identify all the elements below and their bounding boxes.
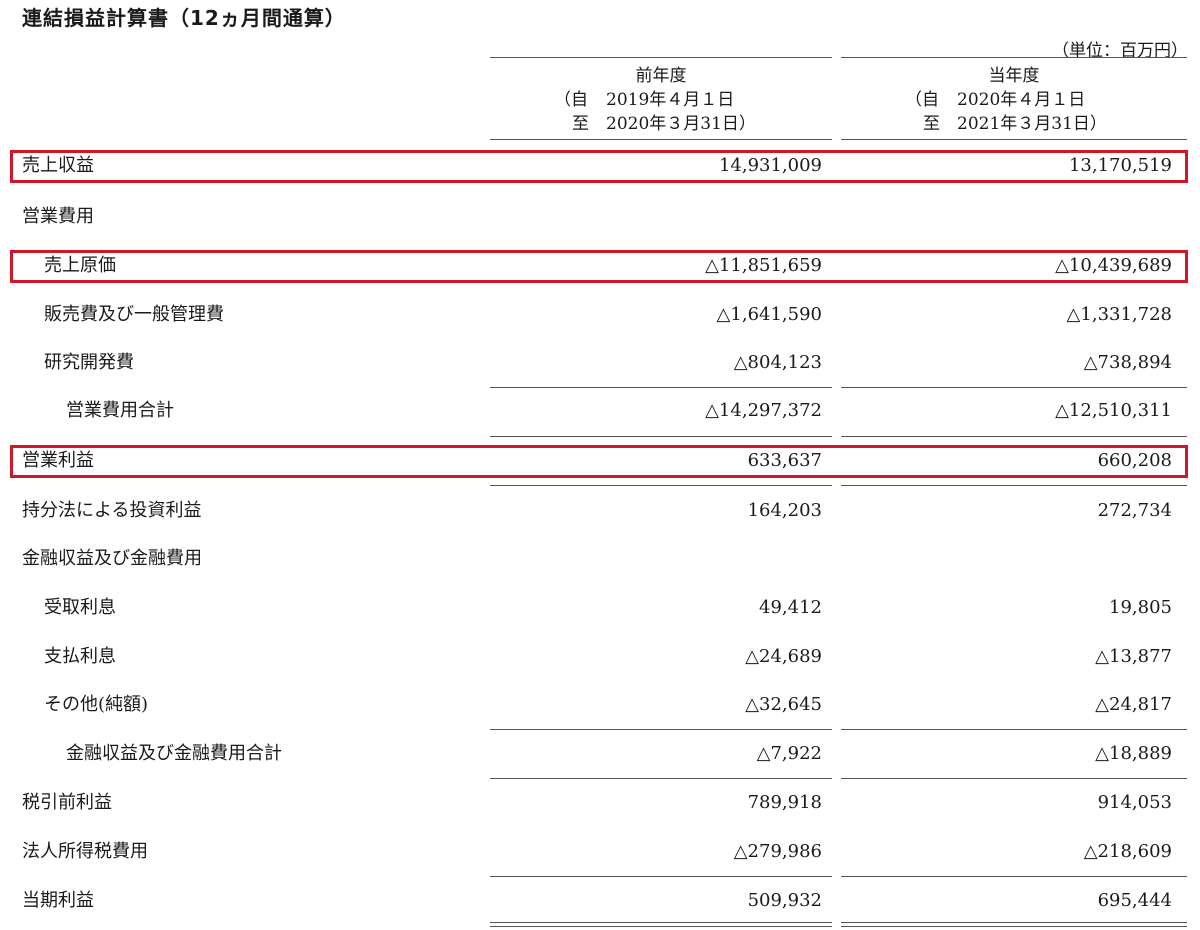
subtotal-rule-curr: [841, 387, 1187, 388]
value-curr-equity-method-income: 272,734: [1097, 500, 1172, 521]
row-label-other-net: その他(純額): [44, 694, 149, 715]
value-curr-interest-income: 19,805: [1109, 597, 1172, 618]
row-label-revenue: 売上収益: [22, 155, 94, 176]
value-prev-profit-before-tax: 789,918: [747, 792, 822, 813]
finance-subtotal-rule-curr: [841, 729, 1187, 730]
header-bottom-rule-curr: [841, 139, 1187, 140]
value-prev-sga: △1,641,590: [716, 304, 822, 325]
value-prev-revenue: 14,931,009: [718, 155, 822, 176]
highlight-box-operating-profit: [10, 445, 1188, 478]
column-header-curr-to-date: 2021年３月31日）: [957, 114, 1107, 134]
column-header-curr-from-date: 2020年４月１日: [957, 90, 1086, 110]
row-label-operating-profit: 営業利益: [22, 450, 94, 471]
row-label-finance-total: 金融収益及び金融費用合計: [66, 743, 282, 764]
finance-subtotal-rule-prev: [490, 729, 832, 730]
total-rule-curr: [841, 436, 1187, 437]
row-label-operating-expenses-total: 営業費用合計: [66, 400, 174, 421]
column-header-prev-to-prefix: 至: [572, 114, 589, 134]
value-prev-cost-of-sales: △11,851,659: [705, 255, 822, 276]
operating-profit-rule-curr: [841, 485, 1187, 486]
value-prev-net-profit: 509,932: [747, 890, 822, 911]
value-curr-cost-of-sales: △10,439,689: [1055, 255, 1172, 276]
value-prev-interest-expense: △24,689: [745, 646, 822, 667]
highlight-box-revenue: [10, 150, 1188, 183]
column-header-curr-label: 当年度: [988, 66, 1040, 86]
header-top-rule-prev: [490, 57, 832, 58]
value-curr-operating-expenses-total: △12,510,311: [1055, 400, 1172, 421]
subtotal-rule-prev: [490, 387, 832, 388]
column-header-prev-to-date: 2020年３月31日）: [606, 114, 756, 134]
statement-title: 連結損益計算書（12ヵ月間通算）: [22, 6, 346, 30]
column-header-curr-from-prefix: （自: [905, 90, 939, 110]
column-header-prev-from-date: 2019年４月１日: [606, 90, 735, 110]
row-label-interest-expense: 支払利息: [44, 646, 116, 667]
double-rule-top-curr: [841, 922, 1187, 923]
row-label-net-profit: 当期利益: [22, 890, 94, 911]
row-label-equity-method-income: 持分法による投資利益: [22, 500, 202, 521]
value-curr-operating-profit: 660,208: [1097, 450, 1172, 471]
value-prev-other-net: △32,645: [745, 694, 822, 715]
value-curr-rnd: △738,894: [1083, 352, 1172, 373]
column-header-prev-from-prefix: （自: [554, 90, 588, 110]
total-rule-prev: [490, 436, 832, 437]
value-prev-rnd: △804,123: [733, 352, 822, 373]
column-header-curr-to-prefix: 至: [923, 114, 940, 134]
header-bottom-rule-prev: [490, 139, 832, 140]
row-label-income-tax: 法人所得税費用: [22, 841, 148, 862]
row-label-operating-expenses: 営業費用: [22, 206, 94, 227]
value-curr-income-tax: △218,609: [1083, 841, 1172, 862]
row-label-interest-income: 受取利息: [44, 597, 116, 618]
value-curr-other-net: △24,817: [1095, 694, 1172, 715]
value-prev-operating-profit: 633,637: [747, 450, 822, 471]
value-curr-profit-before-tax: 914,053: [1097, 792, 1172, 813]
value-curr-sga: △1,331,728: [1066, 304, 1172, 325]
row-label-profit-before-tax: 税引前利益: [22, 792, 112, 813]
row-label-finance-income-costs: 金融収益及び金融費用: [22, 548, 202, 569]
row-label-cost-of-sales: 売上原価: [44, 255, 116, 276]
net-profit-top-rule-prev: [490, 876, 832, 877]
value-prev-finance-total: △7,922: [756, 743, 822, 764]
double-rule-top-prev: [490, 922, 832, 923]
row-label-rnd: 研究開発費: [44, 352, 134, 373]
value-curr-interest-expense: △13,877: [1095, 646, 1172, 667]
row-label-sga: 販売費及び一般管理費: [44, 304, 224, 325]
operating-profit-rule-prev: [490, 485, 832, 486]
finance-total-rule-prev: [490, 778, 832, 779]
value-curr-net-profit: 695,444: [1097, 890, 1172, 911]
double-rule-bottom-curr: [841, 926, 1187, 927]
highlight-box-cost-of-sales: [10, 250, 1188, 283]
column-header-prev-label: 前年度: [635, 66, 687, 86]
value-prev-income-tax: △279,986: [733, 841, 822, 862]
value-curr-revenue: 13,170,519: [1068, 155, 1172, 176]
value-prev-equity-method-income: 164,203: [747, 500, 822, 521]
value-prev-interest-income: 49,412: [759, 597, 822, 618]
net-profit-top-rule-curr: [841, 876, 1187, 877]
value-curr-finance-total: △18,889: [1095, 743, 1172, 764]
value-prev-operating-expenses-total: △14,297,372: [705, 400, 822, 421]
header-top-rule-curr: [841, 57, 1187, 58]
finance-total-rule-curr: [841, 778, 1187, 779]
double-rule-bottom-prev: [490, 926, 832, 927]
